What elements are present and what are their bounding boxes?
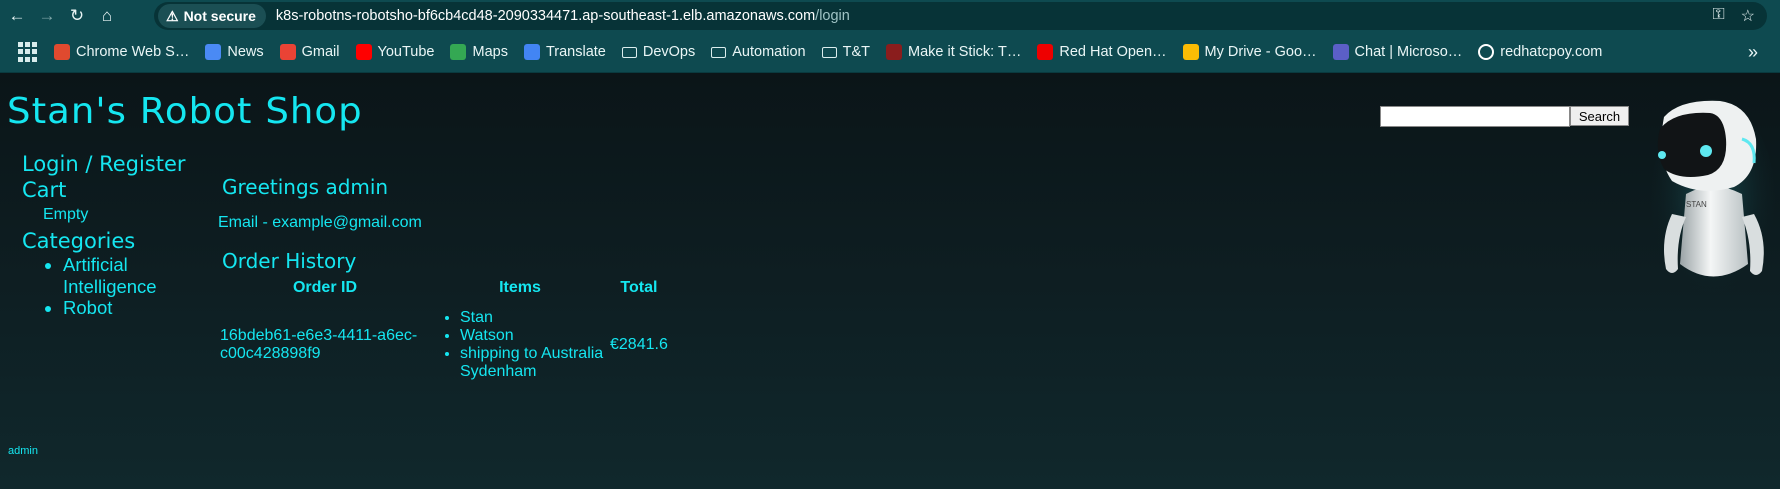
order-history-heading: Order History (222, 249, 357, 273)
order-item: shipping to Australia Sydenham (460, 345, 606, 381)
browser-toolbar: ← → ↻ ⌂ ⚠ Not secure k8s-robotns-robotsh… (0, 0, 1780, 32)
bookmark-item[interactable]: Chrome Web S… (46, 44, 197, 60)
bookmark-label: Chat | Microso… (1354, 44, 1463, 60)
bookmark-item[interactable]: Translate (516, 44, 614, 60)
greeting-heading: Greetings admin (222, 175, 389, 199)
column-header-order-id: Order ID (292, 279, 357, 296)
bookmark-label: Make it Stick: T… (908, 44, 1022, 60)
bookmark-label: News (227, 44, 264, 60)
order-item: Watson (460, 327, 606, 345)
warning-icon: ⚠ (166, 7, 179, 24)
bookmark-label: My Drive - Goo… (1204, 44, 1317, 60)
bookmark-label: YouTube (377, 44, 435, 60)
search-input[interactable] (1380, 106, 1570, 127)
bookmark-label: Translate (545, 44, 606, 60)
bookmark-label: DevOps (642, 44, 696, 60)
chevron-double-right-icon[interactable]: » (1748, 42, 1758, 63)
back-arrow-icon[interactable]: ← (4, 3, 30, 29)
search-button[interactable]: Search (1570, 106, 1629, 126)
bookmark-label: redhatcpoy.com (1500, 44, 1603, 60)
folder-icon (711, 46, 727, 58)
folder-icon (621, 46, 637, 58)
security-chip[interactable]: ⚠ Not secure (158, 4, 266, 28)
sidebar: Login / Register Cart Empty Categories A… (22, 151, 186, 319)
google-news-icon (205, 44, 222, 60)
account-panel: Greetings admin Email - example@gmail.co… (218, 175, 670, 385)
bookmark-label: T&T (842, 44, 870, 60)
star-icon[interactable]: ☆ (1741, 6, 1755, 26)
bookmark-item[interactable]: Chat | Microso… (1325, 44, 1471, 60)
cart-status: Empty (43, 206, 89, 223)
teams-icon (1332, 44, 1349, 60)
forward-arrow-icon[interactable]: → (34, 3, 60, 29)
gmail-icon (279, 44, 296, 60)
svg-text:STAN: STAN (1686, 200, 1707, 209)
bookmark-item[interactable]: redhatcpoy.com (1470, 44, 1610, 60)
red-hat-icon (1037, 44, 1054, 60)
translate-icon (523, 44, 540, 60)
bookmark-label: Red Hat Open… (1059, 44, 1167, 60)
category-list: Artificial Intelligence Robot (22, 254, 186, 319)
reload-icon[interactable]: ↻ (64, 3, 90, 29)
bookmark-item[interactable]: DevOps (614, 44, 703, 60)
table-header-row: Order ID Items Total (218, 277, 670, 305)
site-title[interactable]: Stan's Robot Shop (7, 91, 363, 132)
order-items-cell: Stan Watson shipping to Australia Sydenh… (432, 305, 608, 385)
order-item: Stan (460, 309, 606, 327)
bookmark-label: Automation (732, 44, 806, 60)
category-item-artificial-intelligence[interactable]: Artificial Intelligence (63, 254, 175, 297)
column-header-total: Total (620, 279, 658, 296)
folder-icon (821, 46, 837, 58)
google-drive-icon (1182, 44, 1199, 60)
bookmark-item[interactable]: Red Hat Open… (1029, 44, 1174, 60)
bookmark-item[interactable]: Make it Stick: T… (878, 44, 1029, 60)
table-row: 16bdeb61-e6e3-4411-a6ec-c00c428898f9 Sta… (218, 305, 670, 385)
cart-link[interactable]: Cart (22, 177, 186, 203)
footer-username: admin (8, 445, 38, 457)
bookmark-label: Chrome Web S… (76, 44, 190, 60)
globe-icon (1478, 44, 1495, 60)
bookmark-item[interactable]: Maps (442, 44, 515, 60)
home-icon[interactable]: ⌂ (94, 3, 120, 29)
order-total-cell: €2841.6 (610, 336, 668, 353)
bookmark-item[interactable]: My Drive - Goo… (1175, 44, 1325, 60)
column-header-items: Items (499, 279, 541, 296)
bookmark-item[interactable]: YouTube (348, 44, 443, 60)
bookmark-label: Gmail (301, 44, 340, 60)
url-host: k8s-robotns-robotsho-bf6cb4cd48-20903344… (275, 8, 816, 24)
bookmark-item[interactable]: News (197, 44, 271, 60)
key-icon[interactable]: ⚿ (1712, 6, 1724, 26)
bookmark-item[interactable]: Gmail (272, 44, 348, 60)
page: Stan's Robot Shop Search STAN Login / Re… (0, 73, 1780, 489)
login-register-link[interactable]: Login / Register (22, 151, 186, 177)
order-history-table: Order ID Items Total 16bdeb61-e6e3-4411-… (218, 277, 670, 385)
categories-heading: Categories (22, 229, 136, 253)
bookmark-item[interactable]: Automation (703, 44, 813, 60)
maps-icon (450, 44, 467, 60)
bookmark-label: Maps (472, 44, 508, 60)
make-it-stick-icon (886, 44, 902, 60)
email-text: Email - example@gmail.com (218, 214, 422, 231)
chrome-web-store-icon (54, 44, 70, 60)
order-id-cell: 16bdeb61-e6e3-4411-a6ec-c00c428898f9 (220, 327, 418, 362)
bookmarks-bar: Chrome Web S… News Gmail YouTube Maps Transla… (0, 32, 1780, 73)
robot-mascot-image: STAN (1651, 99, 1775, 299)
security-label: Not secure (183, 8, 256, 24)
bookmark-item[interactable]: T&T (814, 44, 878, 60)
youtube-icon (355, 44, 372, 60)
category-item-robot[interactable]: Robot (63, 297, 186, 319)
url-text[interactable]: k8s-robotns-robotsho-bf6cb4cd48-20903344… (276, 8, 850, 24)
apps-grid-icon[interactable] (18, 42, 38, 62)
url-path: /login (815, 8, 850, 24)
address-bar[interactable]: ⚠ Not secure k8s-robotns-robotsho-bf6cb4… (154, 2, 1767, 30)
